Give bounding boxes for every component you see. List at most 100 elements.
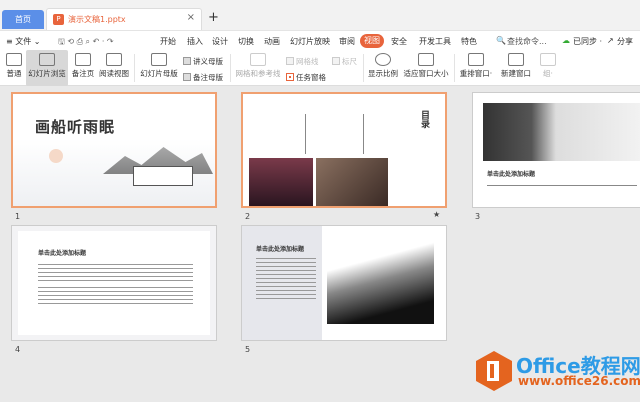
label: 新建窗口 xyxy=(501,69,531,78)
menu-slideshow[interactable]: 幻灯片放映 xyxy=(290,36,330,47)
normal-view-button[interactable]: 普通 xyxy=(3,50,25,86)
grid-icon xyxy=(250,53,266,66)
tab-bar: 首页 P 演示文稿1.pptx × + xyxy=(0,0,640,30)
grid-guides-button[interactable]: 网格和参考线 xyxy=(235,50,281,86)
label: 备注页 xyxy=(71,69,95,78)
label: 显示比例 xyxy=(368,69,398,78)
slide-title: 单击此处添加标题 xyxy=(38,250,87,257)
label: 讲义母版 xyxy=(193,57,223,66)
share-icon: ↗ xyxy=(607,36,614,45)
slide-title: 目录 xyxy=(419,110,429,128)
label: 备注母版 xyxy=(193,73,223,82)
zoom-button[interactable]: 显示比例 xyxy=(367,50,399,86)
mountain-photo xyxy=(327,236,434,324)
file-menu[interactable]: ≡ 文件 ⌄ xyxy=(6,36,41,47)
tab-home[interactable]: 首页 xyxy=(2,10,44,29)
menu-review[interactable]: 审阅 xyxy=(339,36,355,47)
menu-home[interactable]: 开始 xyxy=(160,36,176,47)
document-title: 演示文稿1.pptx xyxy=(68,15,126,24)
slide-sorter-button[interactable]: 幻灯片浏览 xyxy=(26,50,68,86)
slide-thumbnail-3[interactable]: 单击此处添加标题 xyxy=(472,92,640,208)
notes-page-icon xyxy=(75,53,91,66)
search-icon: 🔍 xyxy=(496,36,506,45)
close-icon[interactable]: × xyxy=(187,12,195,23)
share-button[interactable]: 分享 xyxy=(617,36,633,47)
reading-view-button[interactable]: 阅读视图 xyxy=(98,50,130,86)
sync-status[interactable]: 已同步 · xyxy=(573,36,602,47)
menu-insert[interactable]: 插入 xyxy=(187,36,203,47)
tab-document[interactable]: P 演示文稿1.pptx × xyxy=(46,8,202,30)
zoom-icon xyxy=(375,53,391,66)
label: 组· xyxy=(543,69,553,78)
quick-access-icons[interactable]: 🖫 ⟲ ⎙ ⌕ ↶ · ↷ xyxy=(58,36,114,50)
label: 网格线 xyxy=(296,57,319,66)
group-icon xyxy=(540,53,556,66)
body-text xyxy=(38,264,193,282)
photo-1 xyxy=(249,158,313,206)
menu-security[interactable]: 安全 xyxy=(391,36,407,47)
command-search[interactable]: 查找命令... xyxy=(507,36,547,47)
fit-window-icon xyxy=(418,53,434,66)
task-pane-checkbox[interactable]: 任务窗格 xyxy=(286,72,326,83)
slide-thumbnail-4[interactable]: 单击此处添加标题 xyxy=(11,225,217,341)
mountain-photo xyxy=(483,103,640,161)
label: 标尺 xyxy=(342,57,357,66)
menu-special[interactable]: 特色 xyxy=(461,36,477,47)
menu-design[interactable]: 设计 xyxy=(212,36,228,47)
slide-master-button[interactable]: 幻灯片母版 xyxy=(139,50,179,86)
slide-number: 5 xyxy=(245,345,251,354)
new-tab-button[interactable]: + xyxy=(208,10,219,25)
slide-thumbnail-2[interactable]: 目录 xyxy=(241,92,447,208)
label: 普通 xyxy=(6,69,22,78)
ppt-file-icon: P xyxy=(53,14,64,25)
vertical-text xyxy=(305,114,306,154)
menu-bar: ≡ 文件 ⌄ 🖫 ⟲ ⎙ ⌕ ↶ · ↷ 开始 插入 设计 切换 动画 幻灯片放… xyxy=(0,30,640,50)
arrange-windows-button[interactable]: 重排窗口· xyxy=(458,50,494,86)
content-panel xyxy=(18,231,210,335)
new-window-icon xyxy=(508,53,524,66)
notes-master-button[interactable]: 备注母版 xyxy=(183,72,223,83)
slide-thumbnail-1[interactable]: 画船听雨眠 xyxy=(11,92,217,208)
divider xyxy=(230,54,231,82)
label: 适应窗口大小 xyxy=(403,69,449,78)
body-text xyxy=(38,287,193,305)
normal-view-icon xyxy=(6,53,22,66)
slide-title: 画船听雨眠 xyxy=(35,118,116,136)
body-text xyxy=(487,185,637,186)
handout-master-button[interactable]: 讲义母版 xyxy=(183,56,223,67)
notes-master-icon xyxy=(183,73,191,81)
slide-sorter-icon xyxy=(39,53,55,66)
label: 重排窗口· xyxy=(459,69,493,78)
slide-title: 单击此处添加标题 xyxy=(256,246,305,253)
label: 幻灯片浏览 xyxy=(28,69,66,78)
menu-view[interactable]: 视图 xyxy=(360,34,384,48)
menu-animation[interactable]: 动画 xyxy=(264,36,280,47)
new-window-button[interactable]: 新建窗口 xyxy=(499,50,533,86)
transition-marker[interactable]: ★ xyxy=(433,210,440,219)
menu-developer[interactable]: 开发工具 xyxy=(419,36,451,47)
slide-number: 3 xyxy=(475,212,481,221)
slide-number: 1 xyxy=(15,212,21,221)
office-logo-icon xyxy=(476,351,512,391)
ruler-checkbox[interactable]: 标尺 xyxy=(332,56,357,67)
fit-window-button[interactable]: 适应窗口大小 xyxy=(402,50,450,86)
slide-number: 4 xyxy=(15,345,21,354)
slide-title: 单击此处添加标题 xyxy=(487,171,536,178)
gridlines-checkbox[interactable]: 网格线 xyxy=(286,56,319,67)
reading-view-icon xyxy=(106,53,122,66)
menu-transitions[interactable]: 切换 xyxy=(238,36,254,47)
group-button[interactable]: 组· xyxy=(538,50,558,86)
divider xyxy=(134,54,135,82)
sun-image xyxy=(49,149,63,163)
label: 任务窗格 xyxy=(296,73,326,82)
house-image xyxy=(133,166,193,186)
slide-thumbnail-5[interactable]: 单击此处添加标题 xyxy=(241,225,447,341)
cloud-sync-icon: ☁ xyxy=(562,36,570,45)
vertical-text xyxy=(363,114,364,154)
label: 阅读视图 xyxy=(99,69,129,78)
slide-master-icon xyxy=(151,53,167,66)
label: 网格和参考线 xyxy=(235,69,281,78)
notes-page-button[interactable]: 备注页 xyxy=(70,50,96,86)
slide-number: 2 xyxy=(245,212,251,221)
arrange-windows-icon xyxy=(468,53,484,66)
